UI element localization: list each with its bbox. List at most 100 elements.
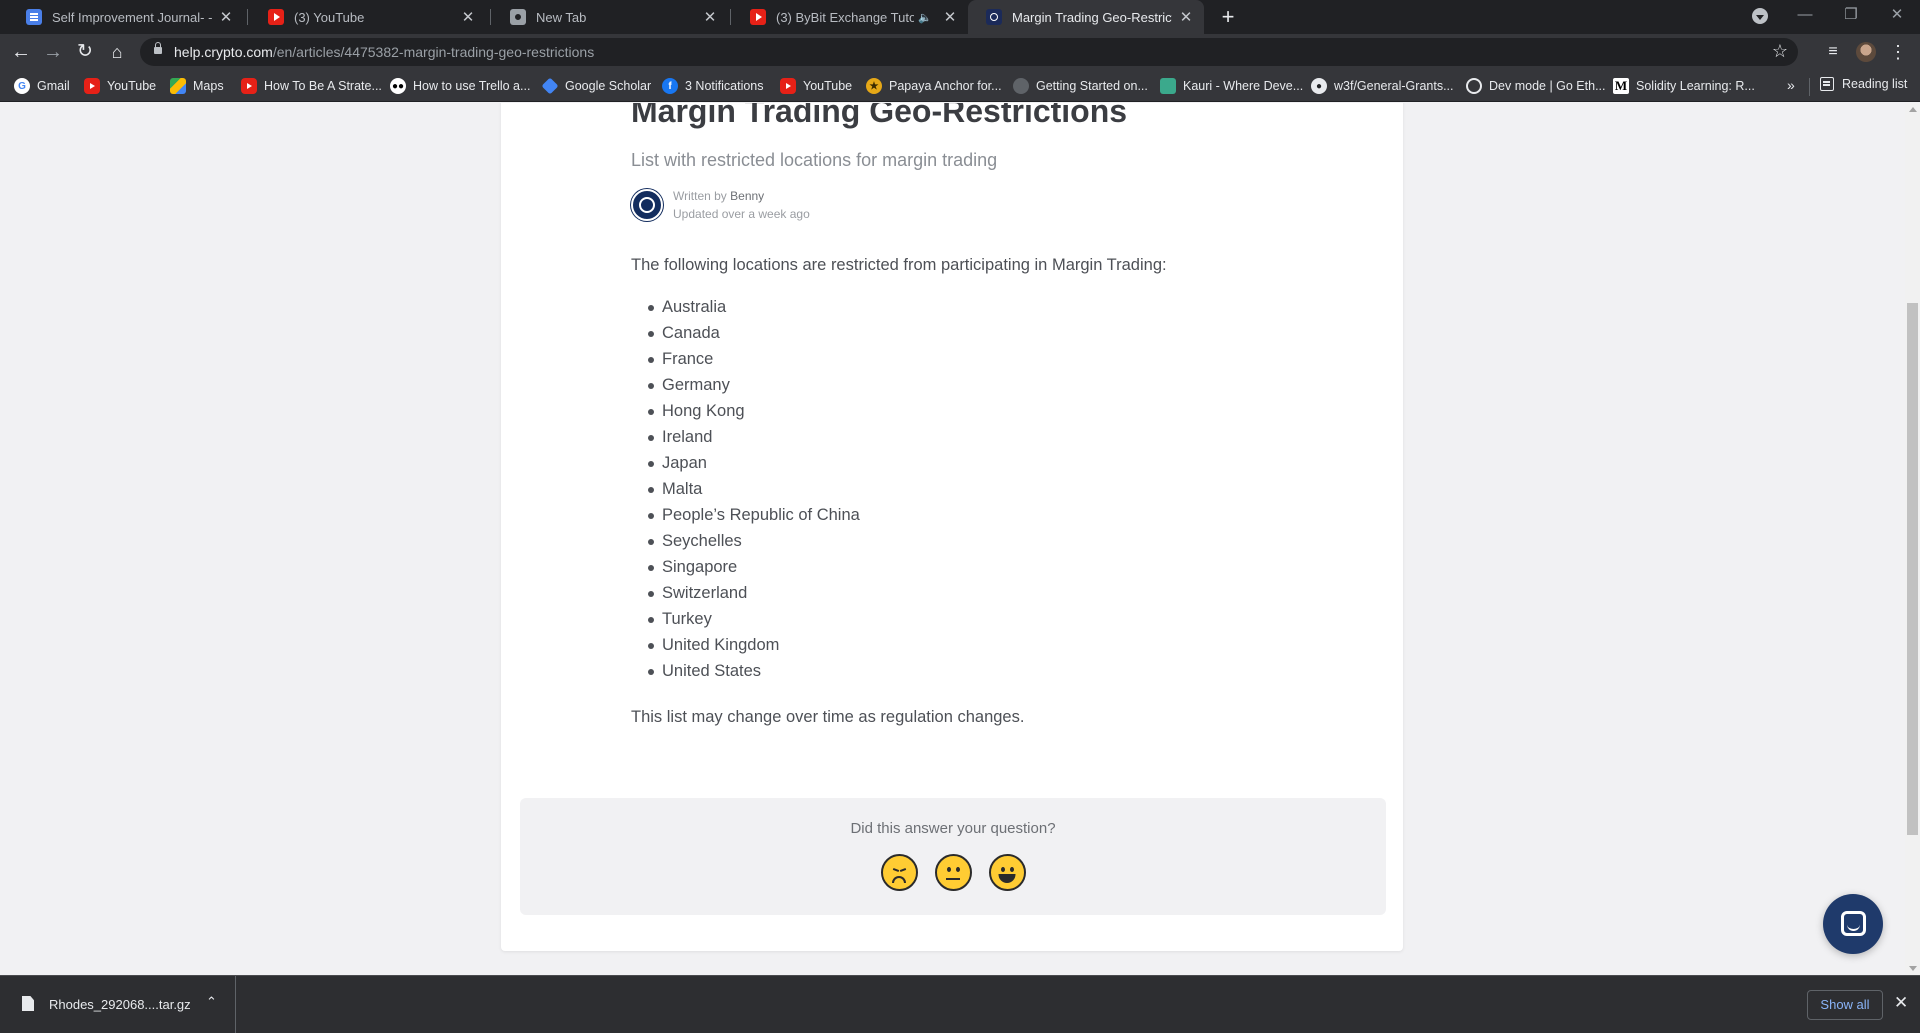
bookmark-kauri[interactable]: Kauri - Where Deve...: [1160, 77, 1303, 95]
scroll-down-arrow-icon[interactable]: [1909, 966, 1917, 971]
close-icon[interactable]: ✕: [218, 8, 234, 26]
bookmark-star-icon[interactable]: ☆: [1772, 41, 1788, 62]
location-list-item: Singapore: [648, 557, 1271, 583]
tab-bybit-tutorial[interactable]: (3) ByBit Exchange Tutorial | 🔈 ✕: [732, 0, 968, 34]
bookmark-trello[interactable]: ●● How to use Trello a...: [390, 77, 530, 95]
bookmark-label: Getting Started on...: [1036, 79, 1148, 93]
neutral-reaction-button[interactable]: [934, 854, 972, 891]
smiley-reaction-button[interactable]: [988, 854, 1026, 891]
close-icon[interactable]: ✕: [460, 8, 476, 26]
updated-label: Updated over a week ago: [673, 207, 810, 221]
youtube-icon: [84, 78, 100, 94]
tab-self-improvement-journal[interactable]: Self Improvement Journal- - Goo ✕: [8, 0, 244, 34]
outro-paragraph: This list may change over time as regula…: [631, 708, 1025, 726]
show-all-button[interactable]: Show all: [1807, 990, 1883, 1020]
bookmarks-divider: [1809, 78, 1810, 96]
profile-avatar[interactable]: [1856, 42, 1876, 62]
bookmark-google-scholar[interactable]: Google Scholar: [541, 77, 652, 95]
close-icon[interactable]: ✕: [702, 8, 718, 26]
close-icon[interactable]: ✕: [942, 8, 958, 26]
disappointed-reaction-button[interactable]: [880, 854, 918, 891]
tab-title: (3) YouTube: [294, 9, 365, 25]
reload-icon[interactable]: ↻: [73, 40, 97, 64]
tab-search-icon[interactable]: [1752, 8, 1768, 24]
medium-icon: ●●: [390, 78, 406, 94]
bookmark-label: Solidity Learning: R...: [1636, 79, 1755, 93]
bookmark-papaya-anchor[interactable]: ★ Papaya Anchor for...: [866, 77, 1002, 95]
bookmark-maps[interactable]: Maps: [170, 77, 224, 95]
page-scrollbar[interactable]: [1905, 103, 1920, 975]
bookmark-gmail[interactable]: G Gmail: [14, 77, 70, 95]
location-list-item: France: [648, 349, 1271, 375]
reading-list-button[interactable]: Reading list: [1820, 77, 1907, 91]
bookmark-w3f-grants[interactable]: ● w3f/General-Grants...: [1311, 77, 1454, 95]
location-list-item: People’s Republic of China: [648, 505, 1271, 531]
page-viewport: Margin Trading Geo-Restrictions List wit…: [0, 103, 1905, 975]
close-icon[interactable]: ✕: [1178, 8, 1194, 26]
medium-m-icon: M: [1613, 78, 1629, 94]
menu-kebab-icon[interactable]: ⋮: [1888, 42, 1908, 62]
tab-margin-trading-geo-restrictions[interactable]: Margin Trading Geo-Restrictions ✕: [968, 0, 1204, 34]
close-icon[interactable]: ✕: [1894, 993, 1908, 1013]
location-list-item: Malta: [648, 479, 1271, 505]
tab-new-tab[interactable]: New Tab ✕: [492, 0, 728, 34]
bookmark-label: How to use Trello a...: [413, 79, 531, 93]
back-arrow-icon[interactable]: ←: [9, 40, 33, 64]
location-list-item: Switzerland: [648, 583, 1271, 609]
location-list-item: Turkey: [648, 609, 1271, 635]
bookmark-label: Dev mode | Go Eth...: [1489, 79, 1606, 93]
reaction-row: [520, 854, 1386, 891]
article-card: Margin Trading Geo-Restrictions List wit…: [501, 103, 1403, 951]
scroll-up-arrow-icon[interactable]: [1909, 107, 1917, 112]
maps-icon: [170, 78, 186, 94]
chat-launcher-button[interactable]: [1823, 894, 1883, 954]
bookmark-label: Kauri - Where Deve...: [1183, 79, 1304, 93]
bookmark-youtube[interactable]: YouTube: [84, 77, 156, 95]
forward-arrow-icon[interactable]: →: [41, 40, 65, 64]
restore-button[interactable]: ❐: [1828, 0, 1874, 30]
address-bar[interactable]: help.crypto.com/en/articles/4475382-marg…: [140, 38, 1798, 66]
window-close-button[interactable]: ✕: [1874, 0, 1920, 30]
youtube-icon: [780, 78, 796, 94]
youtube-icon: [750, 9, 766, 25]
article-body: The following locations are restricted f…: [631, 255, 1271, 727]
article-title: Margin Trading Geo-Restrictions: [631, 103, 1128, 129]
tab-separator: [490, 9, 491, 25]
bookmarks-bar: G Gmail YouTube Maps How To Be A Strate..…: [0, 70, 1920, 102]
location-list-item: United Kingdom: [648, 635, 1271, 661]
bookmark-label: YouTube: [803, 79, 853, 93]
media-control-icon[interactable]: ≡: [1823, 42, 1843, 62]
home-icon[interactable]: ⌂: [105, 40, 129, 64]
bookmark-label: 3 Notifications: [685, 79, 764, 93]
bookmark-solidity-learning[interactable]: M Solidity Learning: R...: [1613, 77, 1755, 95]
location-list-item: Germany: [648, 375, 1271, 401]
bookmark-label: YouTube: [107, 79, 157, 93]
tab-youtube[interactable]: (3) YouTube ✕: [250, 0, 486, 34]
audio-playing-icon[interactable]: 🔈: [918, 11, 932, 24]
new-tab-button[interactable]: +: [1215, 4, 1241, 30]
author-block: Written by Benny Updated over a week ago: [631, 187, 810, 223]
bookmark-getting-started[interactable]: Getting Started on...: [1013, 77, 1148, 95]
url-text[interactable]: help.crypto.com/en/articles/4475382-marg…: [174, 44, 594, 60]
lock-icon[interactable]: [154, 42, 162, 54]
scroll-thumb[interactable]: [1907, 303, 1918, 835]
kauri-icon: [1160, 78, 1176, 94]
bookmark-notifications[interactable]: f 3 Notifications: [662, 77, 764, 95]
location-list-item: Hong Kong: [648, 401, 1271, 427]
download-item[interactable]: Rhodes_292068....tar.gz ⌃: [0, 976, 236, 1033]
bookmark-label: Google Scholar: [565, 79, 652, 93]
location-list-item: Ireland: [648, 427, 1271, 453]
feedback-question: Did this answer your question?: [850, 820, 1056, 837]
google-scholar-icon: [541, 77, 559, 95]
location-list-item: United States: [648, 661, 1271, 687]
bookmark-label: Gmail: [37, 79, 70, 93]
minimize-button[interactable]: —: [1782, 0, 1828, 30]
bookmarks-overflow-chevron-icon[interactable]: »: [1787, 77, 1795, 93]
bookmark-dev-mode[interactable]: Dev mode | Go Eth...: [1466, 77, 1606, 95]
bookmark-youtube-2[interactable]: YouTube: [780, 77, 852, 95]
bookmark-how-to-be-a-strategist[interactable]: How To Be A Strate...: [241, 77, 382, 95]
chevron-up-icon[interactable]: ⌃: [206, 994, 217, 1010]
tab-separator: [730, 9, 731, 25]
bookmark-label: How To Be A Strate...: [264, 79, 382, 93]
location-list-item: Australia: [648, 297, 1271, 323]
